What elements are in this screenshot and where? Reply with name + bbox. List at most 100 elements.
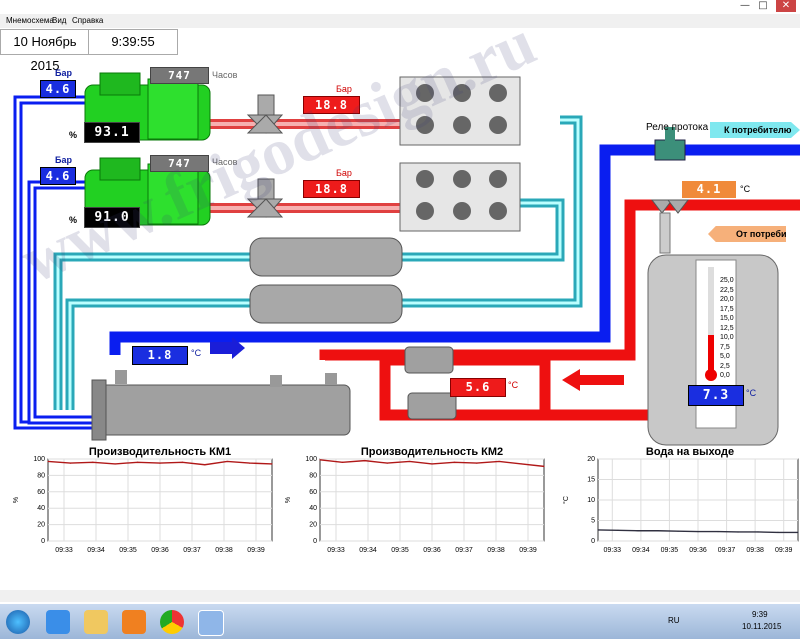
tray-date: 10.11.2015 <box>742 622 782 631</box>
supply-temp-unit: °C <box>740 184 751 194</box>
chart-water-out: 0 5 10 15 20 09:33 09:34 09:35 09:36 09:37 09:38 09… <box>562 456 799 554</box>
x-tick-label: 09:35 <box>119 547 137 554</box>
series-point <box>476 462 478 464</box>
y-tick-label: 40 <box>309 505 317 512</box>
y-tick-label: 20 <box>37 522 45 529</box>
x-tick-label: 09:36 <box>689 547 707 554</box>
y-tick-label: 100 <box>33 456 45 463</box>
x-tick-label: 09:36 <box>151 547 169 554</box>
chrome-icon[interactable] <box>160 610 184 634</box>
close-button[interactable]: ✕ <box>776 0 796 12</box>
y-tick-label: 80 <box>309 472 317 479</box>
series-point <box>409 460 411 463</box>
menu-help[interactable]: Справка <box>72 16 103 25</box>
x-tick-label: 09:34 <box>87 547 105 554</box>
x-tick-label: 09:38 <box>215 547 233 554</box>
series-point <box>737 531 739 533</box>
window-title-bar: — □ ✕ <box>0 0 800 14</box>
y-tick-label: 0 <box>591 538 595 545</box>
menu-view[interactable]: Вид <box>52 16 66 25</box>
y-axis-label: % <box>13 497 20 503</box>
y-axis-label: °C <box>562 496 570 504</box>
x-tick-label: 09:38 <box>746 547 764 554</box>
start-button[interactable] <box>6 610 30 634</box>
x-tick-label: 09:37 <box>718 547 736 554</box>
y-tick-label: 60 <box>309 489 317 496</box>
x-tick-label: 09:33 <box>604 547 622 554</box>
series-point <box>69 462 71 464</box>
x-tick-label: 09:36 <box>423 547 441 554</box>
ie-icon[interactable] <box>46 610 70 634</box>
y-tick-label: 20 <box>587 456 595 463</box>
comp1-hours: 747 <box>150 67 209 84</box>
y-tick-label: 15 <box>587 477 595 484</box>
scada-app-icon[interactable] <box>198 610 224 636</box>
series-point <box>319 459 321 461</box>
minimize-button[interactable]: — <box>738 0 752 12</box>
tray-clock: 9:39 <box>752 610 768 619</box>
chart-km2: 0 20 40 60 80 100 09:33 09:34 09:35 09:36 09:37 09:… <box>285 456 545 554</box>
maximize-button[interactable]: □ <box>756 0 770 12</box>
y-tick-label: 20 <box>309 522 317 529</box>
to-consumer-arrow: К потребителю <box>710 122 800 138</box>
comp2-pressure: 4.6 <box>40 167 76 185</box>
series-point <box>717 530 719 533</box>
menu-bar: Мнемосхема Вид Справка <box>0 14 800 28</box>
series-point <box>386 462 388 464</box>
series-point <box>204 464 206 466</box>
x-tick-label: 09:34 <box>359 547 377 554</box>
y-axis-label: % <box>285 497 292 503</box>
comp1-pressure: 4.6 <box>40 80 76 98</box>
x-tick-label: 09:33 <box>327 547 345 554</box>
series-point <box>271 463 273 465</box>
series-point <box>797 531 799 533</box>
series-point <box>47 460 49 463</box>
thermometer-labels: 25,0 22,5 20,0 17,5 15,0 12,5 10,0 7,5 5… <box>720 277 734 379</box>
comp1-load-label: % <box>69 130 78 140</box>
y-tick-label: 60 <box>37 489 45 496</box>
series-point <box>657 530 659 532</box>
comp2-discharge-label: Бар <box>336 168 352 178</box>
series-point <box>637 530 639 532</box>
y-tick-label: 100 <box>305 456 317 463</box>
y-tick-label: 40 <box>37 505 45 512</box>
series-point <box>777 531 779 533</box>
series-point <box>181 461 183 463</box>
x-tick-label: 09:38 <box>487 547 505 554</box>
horizontal-scrollbar[interactable] <box>0 590 800 602</box>
x-tick-label: 09:35 <box>391 547 409 554</box>
supply-temp: 4.1 <box>682 181 736 198</box>
series-point <box>757 531 759 533</box>
explorer-icon[interactable] <box>84 610 108 634</box>
x-tick-label: 09:34 <box>632 547 650 554</box>
series-point <box>697 530 699 533</box>
language-indicator[interactable]: RU <box>668 616 680 625</box>
evaporator-temp-unit: °C <box>191 348 202 358</box>
series-point <box>341 461 343 463</box>
series-point <box>249 462 251 464</box>
series-point <box>431 463 433 465</box>
menu-mnemoscheme[interactable]: Мнемосхема <box>6 16 54 25</box>
x-tick-label: 09:37 <box>183 547 201 554</box>
date-display: 10 Ноябрь 2015 <box>0 29 90 73</box>
series-point <box>617 529 619 531</box>
x-tick-label: 09:39 <box>519 547 537 554</box>
y-tick-label: 10 <box>587 497 595 504</box>
series-point <box>137 461 139 463</box>
media-player-icon[interactable] <box>122 610 146 634</box>
return-temp-unit: °C <box>508 380 519 390</box>
tank-temp: 7.3 <box>688 385 744 406</box>
series-point <box>226 460 228 463</box>
series-point <box>453 461 455 463</box>
comp2-pressure-label: Бар <box>55 155 72 165</box>
tank-temp-unit: °C <box>746 388 757 398</box>
series-point <box>114 463 116 465</box>
comp1-pressure-label: Бар <box>55 68 72 78</box>
series-point <box>543 465 545 467</box>
taskbar: RU 9:39 10.11.2015 <box>0 604 800 639</box>
from-consumer-arrow: От потребителя <box>708 226 786 242</box>
series-point <box>677 530 679 532</box>
series-point <box>159 462 161 464</box>
flow-relay-label: Реле протока <box>646 122 709 133</box>
series-point <box>597 529 599 531</box>
